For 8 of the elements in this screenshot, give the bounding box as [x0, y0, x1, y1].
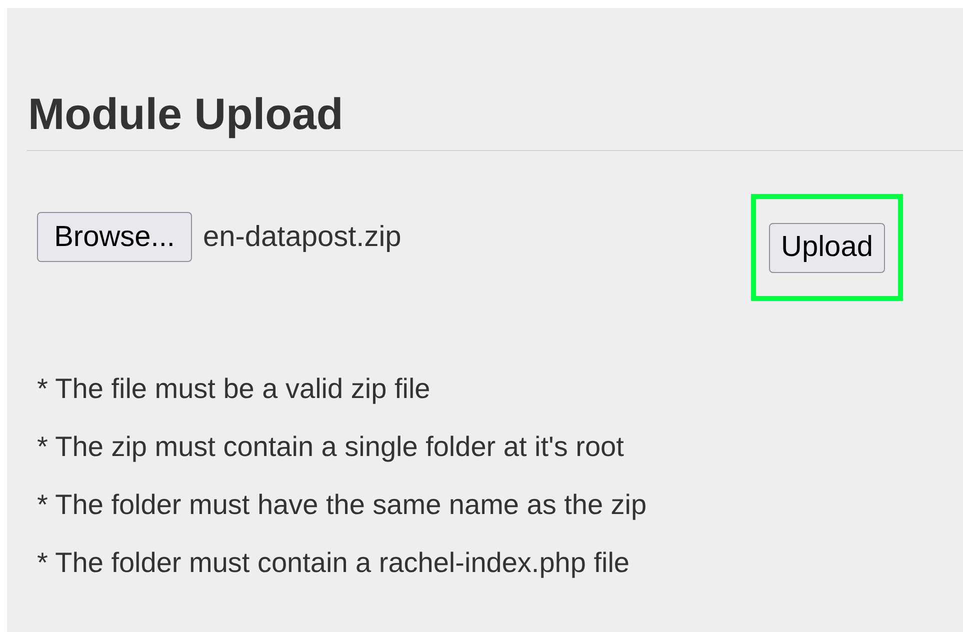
file-name: en-datapost.zip — [203, 220, 402, 254]
requirement-text: * The file must be a valid zip file — [37, 373, 432, 405]
page-title: Module Upload — [27, 8, 963, 151]
requirement-text: * The folder must contain a rachel-index.php file — [37, 547, 630, 579]
upload-button[interactable]: Upload — [769, 222, 885, 272]
requirement-text: * The zip must contain a single folder at it's root — [37, 431, 625, 463]
requirement-text: * The folder must have the same name as the zip — [37, 489, 648, 521]
browse-button[interactable]: Browse... — [37, 212, 192, 262]
